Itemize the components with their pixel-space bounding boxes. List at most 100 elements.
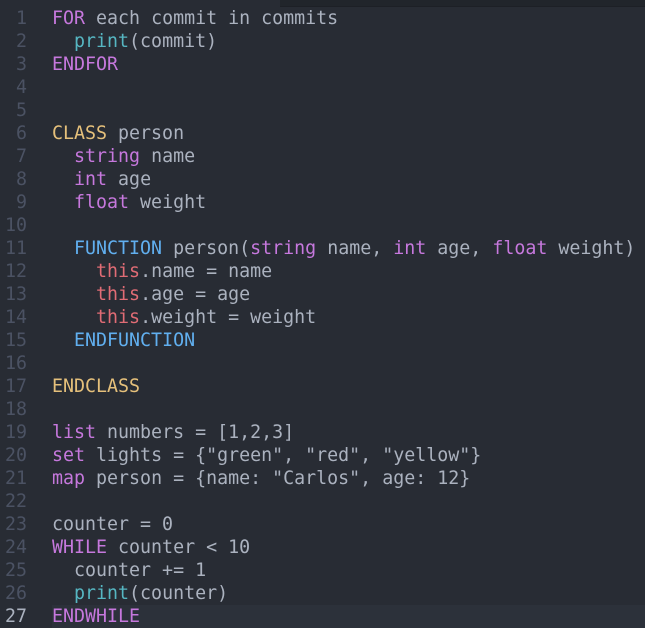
- token-plain: .name = name: [140, 261, 273, 282]
- token-kw: list: [52, 422, 97, 443]
- line-content[interactable]: this.name = name: [52, 260, 645, 283]
- code-line[interactable]: 25 counter += 1: [0, 559, 645, 582]
- token-plain: .weight = weight: [140, 307, 317, 328]
- line-content[interactable]: [52, 99, 645, 122]
- code-editor[interactable]: 1 FOR each commit in commits 2 print(commi…: [0, 7, 645, 628]
- line-number: 12: [4, 261, 27, 282]
- token-kw: ENDFOR: [52, 54, 119, 75]
- line-number: 7: [15, 146, 27, 167]
- line-number: 20: [4, 445, 27, 466]
- code-line[interactable]: 23 counter = 0: [0, 513, 645, 536]
- code-line[interactable]: 18: [0, 398, 645, 421]
- line-number: 8: [15, 169, 27, 190]
- token-call: print: [74, 583, 130, 604]
- code-line[interactable]: 13 this.age = age: [0, 283, 645, 306]
- code-line[interactable]: 19 list numbers = [1,2,3]: [0, 421, 645, 444]
- token-plain: name,: [316, 238, 394, 259]
- line-number: 23: [4, 514, 27, 535]
- code-line[interactable]: 20 set lights = {"green", "red", "yellow"…: [0, 444, 645, 467]
- code-line[interactable]: 27 ENDWHILE: [0, 605, 645, 628]
- code-line[interactable]: 8 int age: [0, 168, 645, 191]
- token-kw: int: [393, 238, 427, 259]
- line-content[interactable]: FUNCTION person(string name, int age, fl…: [52, 237, 645, 260]
- code-line[interactable]: 4: [0, 76, 645, 99]
- line-content[interactable]: [52, 76, 645, 99]
- line-content[interactable]: float weight: [52, 191, 645, 214]
- token-this: this: [96, 307, 141, 328]
- line-content[interactable]: map person = {name: "Carlos", age: 12}: [52, 467, 645, 490]
- line-number: 10: [4, 215, 27, 236]
- token-plain: each commit in commits: [85, 8, 339, 29]
- code-line[interactable]: 12 this.name = name: [0, 260, 645, 283]
- code-line[interactable]: 22: [0, 490, 645, 513]
- line-content[interactable]: ENDFUNCTION: [52, 329, 645, 352]
- code-line[interactable]: 6 CLASS person: [0, 122, 645, 145]
- line-content[interactable]: WHILE counter < 10: [52, 536, 645, 559]
- line-content[interactable]: [52, 398, 645, 421]
- code-line[interactable]: 2 print(commit): [0, 30, 645, 53]
- line-content[interactable]: counter += 1: [52, 559, 645, 582]
- code-line[interactable]: 1 FOR each commit in commits: [0, 7, 645, 30]
- line-content[interactable]: this.age = age: [52, 283, 645, 306]
- code-line[interactable]: 21 map person = {name: "Carlos", age: 12}: [0, 467, 645, 490]
- token-kw: int: [74, 169, 108, 190]
- line-content[interactable]: list numbers = [1,2,3]: [52, 421, 645, 444]
- line-content[interactable]: print(counter): [52, 582, 645, 605]
- line-number: 1: [15, 8, 27, 29]
- line-number: 11: [4, 238, 27, 259]
- line-content[interactable]: ENDFOR: [52, 53, 645, 76]
- code-line[interactable]: 9 float weight: [0, 191, 645, 214]
- line-number: 17: [4, 376, 27, 397]
- token-this: this: [96, 284, 141, 305]
- token-plain: counter = 0: [52, 514, 174, 535]
- code-line[interactable]: 16: [0, 352, 645, 375]
- token-this: this: [96, 261, 141, 282]
- token-kw: WHILE: [52, 537, 108, 558]
- code-line[interactable]: 14 this.weight = weight: [0, 306, 645, 329]
- code-line[interactable]: 17 ENDCLASS: [0, 375, 645, 398]
- tab-bar-edge: [280, 0, 645, 7]
- code-line[interactable]: 5: [0, 99, 645, 122]
- line-content[interactable]: [52, 214, 645, 237]
- token-kw: float: [492, 238, 548, 259]
- line-content[interactable]: [52, 490, 645, 513]
- code-line[interactable]: 10: [0, 214, 645, 237]
- token-plain: numbers = [1,2,3]: [96, 422, 295, 443]
- code-line[interactable]: 11 FUNCTION person(string name, int age,…: [0, 237, 645, 260]
- line-number: 15: [4, 330, 27, 351]
- line-content[interactable]: set lights = {"green", "red", "yellow"}: [52, 444, 645, 467]
- token-plain: age: [107, 169, 152, 190]
- token-cls: ENDCLASS: [52, 376, 141, 397]
- token-plain: counter += 1: [52, 560, 207, 581]
- line-number: 21: [4, 468, 27, 489]
- line-content[interactable]: this.weight = weight: [52, 306, 645, 329]
- line-content[interactable]: ENDCLASS: [52, 375, 645, 398]
- line-number: 4: [15, 77, 27, 98]
- code-line[interactable]: 15 ENDFUNCTION: [0, 329, 645, 352]
- code-line[interactable]: 7 string name: [0, 145, 645, 168]
- line-number: 13: [4, 284, 27, 305]
- line-content[interactable]: [52, 352, 645, 375]
- line-content[interactable]: string name: [52, 145, 645, 168]
- token-kw: map: [52, 468, 86, 489]
- line-content[interactable]: counter = 0: [52, 513, 645, 536]
- token-kw: string: [74, 146, 141, 167]
- line-content[interactable]: CLASS person: [52, 122, 645, 145]
- code-line[interactable]: 24 WHILE counter < 10: [0, 536, 645, 559]
- token-call: print: [74, 31, 130, 52]
- token-plain: person = {name: "Carlos", age: 12}: [85, 468, 471, 489]
- code-line[interactable]: 3 ENDFOR: [0, 53, 645, 76]
- line-content[interactable]: ENDWHILE: [52, 605, 645, 628]
- token-kw: ENDWHILE: [52, 606, 141, 627]
- line-content[interactable]: FOR each commit in commits: [52, 7, 645, 30]
- token-fn: ENDFUNCTION: [74, 330, 196, 351]
- line-content[interactable]: print(commit): [52, 30, 645, 53]
- line-content[interactable]: int age: [52, 168, 645, 191]
- token-plain: person: [107, 123, 185, 144]
- code-line[interactable]: 26 print(counter): [0, 582, 645, 605]
